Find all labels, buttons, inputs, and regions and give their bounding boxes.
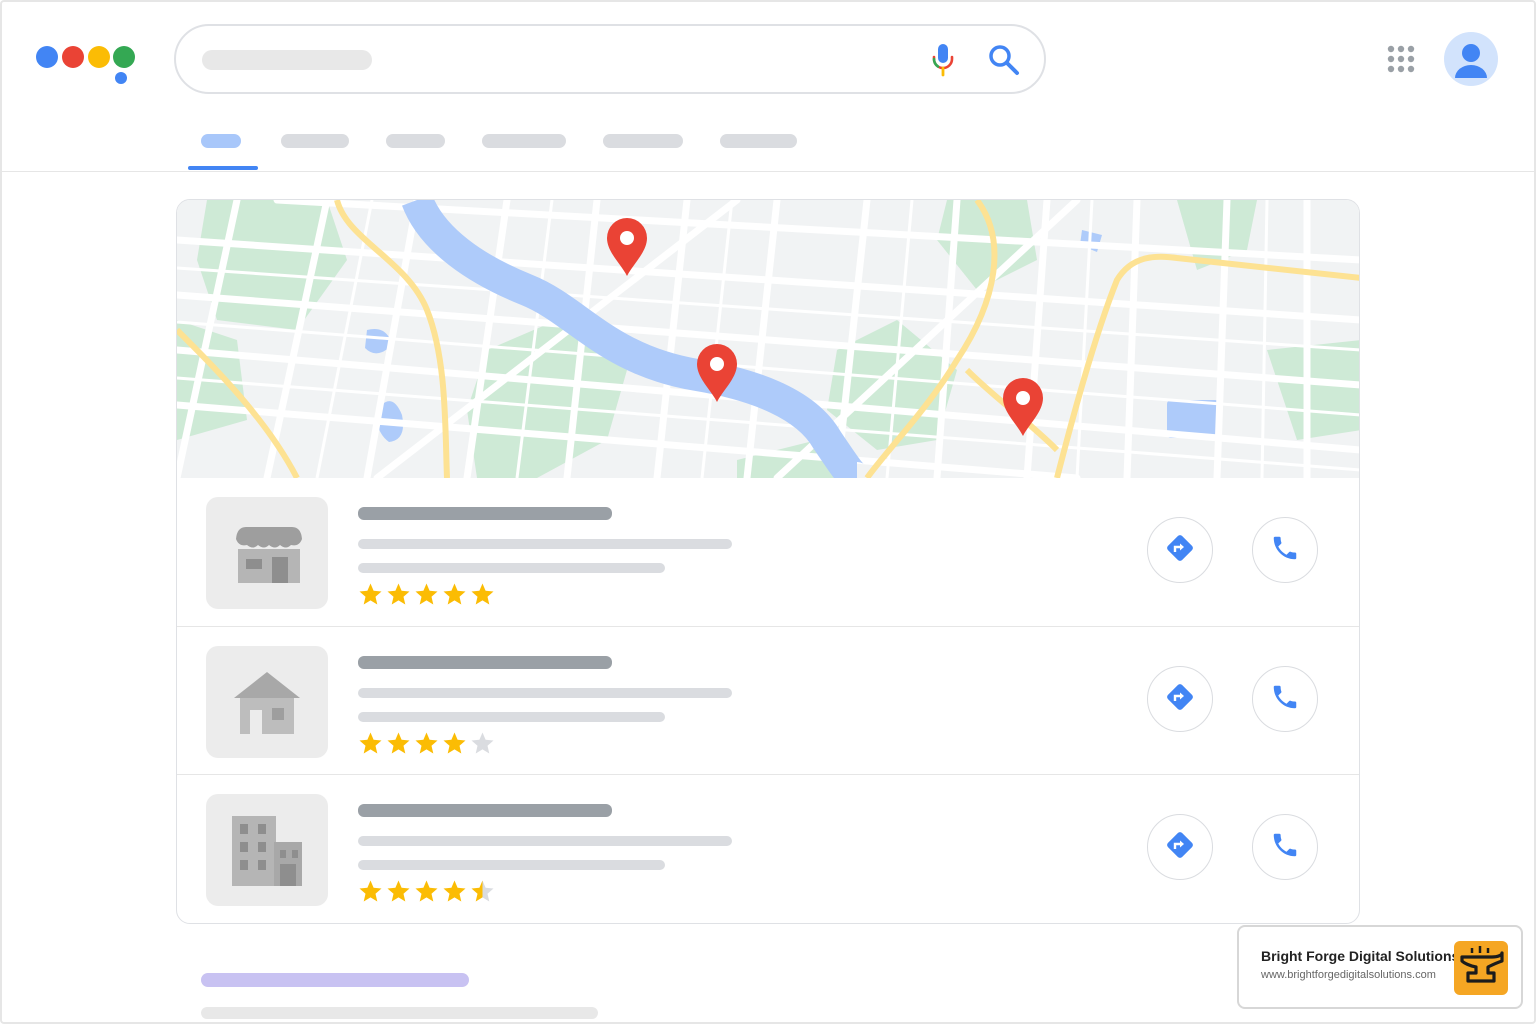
star-icon	[415, 880, 438, 902]
star-icon	[443, 732, 466, 754]
directions-icon	[1165, 830, 1195, 865]
star-icon	[359, 732, 382, 754]
user-avatar-icon	[1455, 44, 1487, 78]
star-icon	[359, 583, 382, 605]
result-thumbnail[interactable]	[206, 497, 328, 609]
search-icon[interactable]	[986, 42, 1022, 78]
rating-stars	[358, 731, 498, 759]
map[interactable]	[177, 200, 1359, 494]
result-title-placeholder[interactable]	[358, 804, 612, 817]
local-result-row[interactable]	[177, 626, 1359, 774]
star-icon	[359, 880, 382, 902]
result-address-placeholder	[358, 688, 732, 698]
star-icon	[471, 583, 494, 605]
result-address-placeholder	[358, 836, 732, 846]
logo-dot-yellow	[88, 46, 110, 68]
call-button[interactable]	[1252, 666, 1318, 732]
active-tab-indicator	[188, 166, 258, 170]
storefront-icon	[206, 527, 328, 613]
apps-grid-icon[interactable]	[1386, 44, 1416, 74]
star-icon	[471, 880, 494, 902]
microphone-icon[interactable]	[928, 42, 958, 78]
directions-button[interactable]	[1147, 666, 1213, 732]
tab-6[interactable]	[720, 134, 797, 148]
logo-dot-small	[115, 72, 127, 84]
result-thumbnail[interactable]	[206, 794, 328, 906]
phone-icon	[1270, 533, 1300, 568]
star-icon	[387, 880, 410, 902]
logo-dot-red	[62, 46, 84, 68]
star-icon	[471, 732, 494, 754]
search-bar[interactable]	[174, 24, 1046, 94]
tab-5[interactable]	[603, 134, 683, 148]
next-result-text-placeholder	[201, 1007, 598, 1019]
local-result-row[interactable]	[177, 774, 1359, 922]
local-result-row[interactable]	[177, 478, 1359, 626]
logo-dot-blue	[36, 46, 58, 68]
phone-icon	[1270, 682, 1300, 717]
next-result-title-placeholder[interactable]	[201, 973, 469, 987]
tab-2[interactable]	[281, 134, 349, 148]
local-results-card	[176, 199, 1360, 924]
star-icon	[415, 732, 438, 754]
house-icon	[206, 672, 328, 762]
rating-stars	[358, 582, 498, 610]
result-address-placeholder	[358, 539, 732, 549]
logo-dot-green	[113, 46, 135, 68]
directions-button[interactable]	[1147, 814, 1213, 880]
call-button[interactable]	[1252, 517, 1318, 583]
rating-stars	[358, 879, 498, 907]
tab-3[interactable]	[386, 134, 445, 148]
result-detail-placeholder	[358, 563, 665, 573]
watermark-badge: Bright Forge Digital Solutions www.brigh…	[1237, 925, 1523, 1009]
directions-button[interactable]	[1147, 517, 1213, 583]
star-icon	[387, 583, 410, 605]
anvil-logo-icon	[1454, 941, 1508, 995]
call-button[interactable]	[1252, 814, 1318, 880]
directions-icon	[1165, 533, 1195, 568]
star-icon	[443, 583, 466, 605]
result-detail-placeholder	[358, 712, 665, 722]
star-icon	[443, 880, 466, 902]
search-input[interactable]	[202, 50, 372, 70]
logo[interactable]	[36, 44, 136, 88]
watermark-url: www.brightforgedigitalsolutions.com	[1261, 969, 1436, 981]
phone-icon	[1270, 830, 1300, 865]
result-title-placeholder[interactable]	[358, 507, 612, 520]
office-building-icon	[206, 816, 328, 910]
watermark-name: Bright Forge Digital Solutions	[1261, 948, 1460, 964]
directions-icon	[1165, 682, 1195, 717]
tab-all[interactable]	[201, 134, 241, 148]
result-thumbnail[interactable]	[206, 646, 328, 758]
account-avatar[interactable]	[1444, 32, 1498, 86]
search-tabs	[0, 126, 1536, 172]
result-title-placeholder[interactable]	[358, 656, 612, 669]
star-icon	[387, 732, 410, 754]
tab-4[interactable]	[482, 134, 566, 148]
result-detail-placeholder	[358, 860, 665, 870]
star-icon	[415, 583, 438, 605]
